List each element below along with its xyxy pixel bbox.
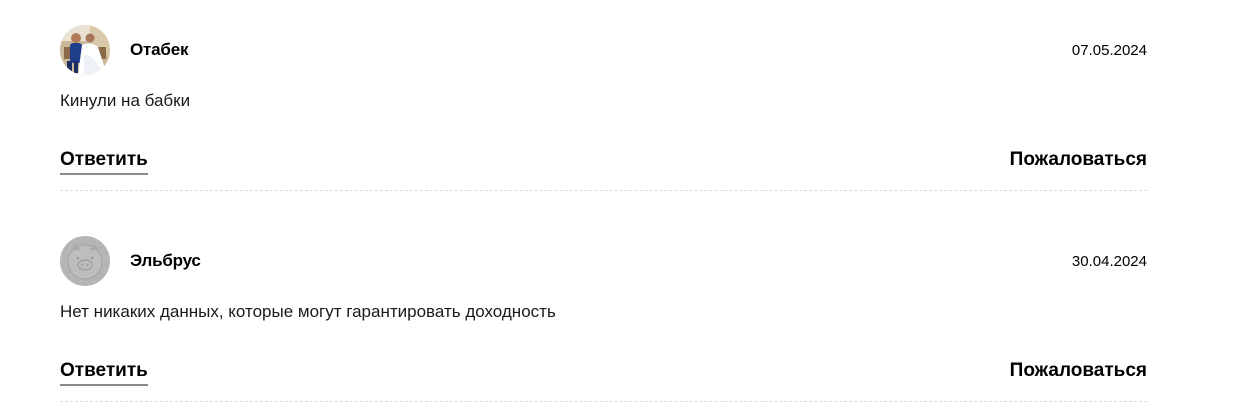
author-name: Отабек [130, 40, 189, 59]
comment-item: Отабек 07.05.2024 Кинули на бабки Ответи… [60, 15, 1147, 191]
comment-text: Кинули на бабки [60, 91, 191, 110]
author-name: Эльбрус [130, 251, 201, 270]
comments-list: Отабек 07.05.2024 Кинули на бабки Ответи… [0, 0, 1240, 411]
comment-header: Эльбрус 30.04.2024 [60, 236, 1147, 286]
avatar [60, 25, 110, 75]
reply-link[interactable]: Ответить [60, 148, 148, 175]
reply-link[interactable]: Ответить [60, 359, 148, 386]
avatar [60, 236, 110, 286]
piglet-icon [60, 236, 110, 286]
comment-divider [60, 401, 1147, 402]
report-link[interactable]: Пожаловаться [1010, 359, 1147, 383]
report-link[interactable]: Пожаловаться [1010, 148, 1147, 172]
comment-date: 07.05.2024 [1071, 42, 1147, 59]
comment-item: Эльбрус 30.04.2024 Нет никаких данных, к… [60, 226, 1147, 402]
comment-text: Нет никаких данных, которые могут гарант… [60, 302, 556, 321]
comment-header: Отабек 07.05.2024 [60, 25, 1147, 75]
comment-date: 30.04.2024 [1071, 253, 1147, 270]
wedding-photo-icon [60, 25, 110, 75]
comment-divider [60, 190, 1147, 191]
